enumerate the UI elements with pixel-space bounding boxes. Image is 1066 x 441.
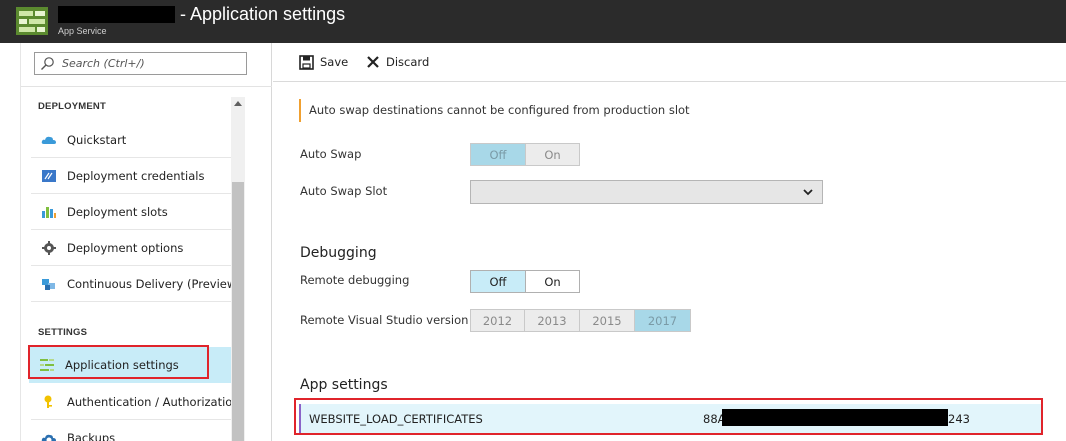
top-header: - Application settings App Service bbox=[0, 0, 1066, 43]
remote-debugging-off[interactable]: Off bbox=[470, 270, 526, 293]
sidebar-item-quickstart[interactable]: Quickstart bbox=[31, 122, 231, 158]
close-icon bbox=[367, 56, 379, 68]
sidebar-scrollbar[interactable] bbox=[231, 97, 245, 441]
search-input[interactable] bbox=[62, 53, 244, 74]
sidebar-divider bbox=[21, 86, 272, 87]
gear-icon bbox=[42, 241, 56, 255]
sidebar-item-label: Deployment slots bbox=[67, 205, 168, 219]
selected-item-highlight bbox=[28, 345, 209, 379]
sidebar-item-label: Continuous Delivery (Preview) bbox=[67, 277, 241, 291]
scrollbar-thumb[interactable] bbox=[232, 182, 244, 441]
section-label-settings: SETTINGS bbox=[38, 327, 88, 338]
section-label-deployment: DEPLOYMENT bbox=[38, 101, 106, 112]
vs-version-2017: 2017 bbox=[635, 309, 691, 332]
remote-debugging-label: Remote debugging bbox=[300, 273, 410, 287]
sidebar: DEPLOYMENT Quickstart Deployment credent… bbox=[20, 43, 272, 441]
sidebar-item-label: Deployment credentials bbox=[67, 169, 205, 183]
chevron-down-icon bbox=[803, 189, 813, 196]
debugging-heading: Debugging bbox=[300, 245, 377, 261]
row-highlight bbox=[294, 398, 1043, 435]
warning-message: Auto swap destinations cannot be configu… bbox=[299, 99, 690, 122]
sidebar-item-label: Deployment options bbox=[67, 241, 184, 255]
cubes-icon bbox=[42, 279, 55, 290]
sidebar-item-continuous-delivery[interactable]: Continuous Delivery (Preview) bbox=[31, 266, 241, 302]
save-icon bbox=[299, 54, 314, 70]
vs-version-selector: 2012 2013 2015 2017 bbox=[470, 309, 691, 332]
auto-swap-on: On bbox=[526, 143, 580, 166]
vs-version-2015: 2015 bbox=[580, 309, 635, 332]
sidebar-item-deployment-credentials[interactable]: Deployment credentials bbox=[31, 158, 231, 194]
key-icon bbox=[44, 395, 52, 408]
vs-version-2013: 2013 bbox=[525, 309, 580, 332]
auto-swap-slot-label: Auto Swap Slot bbox=[300, 184, 388, 198]
page-subtitle: App Service bbox=[58, 26, 107, 36]
redacted-resource-name bbox=[58, 6, 175, 23]
sidebar-item-label: Quickstart bbox=[67, 133, 127, 147]
sidebar-search[interactable] bbox=[34, 52, 247, 75]
save-label: Save bbox=[320, 55, 349, 69]
toolbar-divider bbox=[273, 81, 1066, 82]
search-icon bbox=[41, 57, 54, 70]
page-title: - Application settings bbox=[180, 4, 346, 24]
sidebar-item-deployment-slots[interactable]: Deployment slots bbox=[31, 194, 231, 230]
save-button[interactable]: Save bbox=[299, 53, 348, 71]
discard-label: Discard bbox=[386, 55, 430, 69]
auto-swap-toggle: Off On bbox=[470, 143, 580, 166]
scroll-up-arrow-icon[interactable] bbox=[234, 101, 242, 106]
auto-swap-slot-dropdown[interactable] bbox=[470, 180, 823, 204]
app-settings-heading: App settings bbox=[300, 377, 388, 393]
vs-version-label: Remote Visual Studio version bbox=[300, 313, 469, 327]
vs-version-2012: 2012 bbox=[470, 309, 525, 332]
app-service-icon bbox=[16, 7, 48, 35]
remote-debugging-toggle[interactable]: Off On bbox=[470, 270, 580, 293]
slots-icon bbox=[42, 207, 56, 218]
sidebar-item-authentication[interactable]: Authentication / Authorization bbox=[31, 384, 240, 420]
backup-cloud-icon bbox=[41, 434, 56, 441]
discard-button[interactable]: Discard bbox=[366, 53, 429, 71]
auto-swap-label: Auto Swap bbox=[300, 147, 362, 161]
sidebar-item-label: Backups bbox=[67, 431, 116, 441]
sidebar-item-backups[interactable]: Backups bbox=[31, 420, 231, 441]
remote-debugging-on[interactable]: On bbox=[526, 270, 580, 293]
cloud-icon bbox=[41, 136, 56, 144]
sidebar-item-label: Authentication / Authorization bbox=[67, 395, 240, 409]
sidebar-item-deployment-options[interactable]: Deployment options bbox=[31, 230, 231, 266]
main-panel: Save Discard Auto swap destinations cann… bbox=[273, 43, 1066, 441]
credentials-icon bbox=[42, 170, 56, 182]
auto-swap-off: Off bbox=[470, 143, 526, 166]
